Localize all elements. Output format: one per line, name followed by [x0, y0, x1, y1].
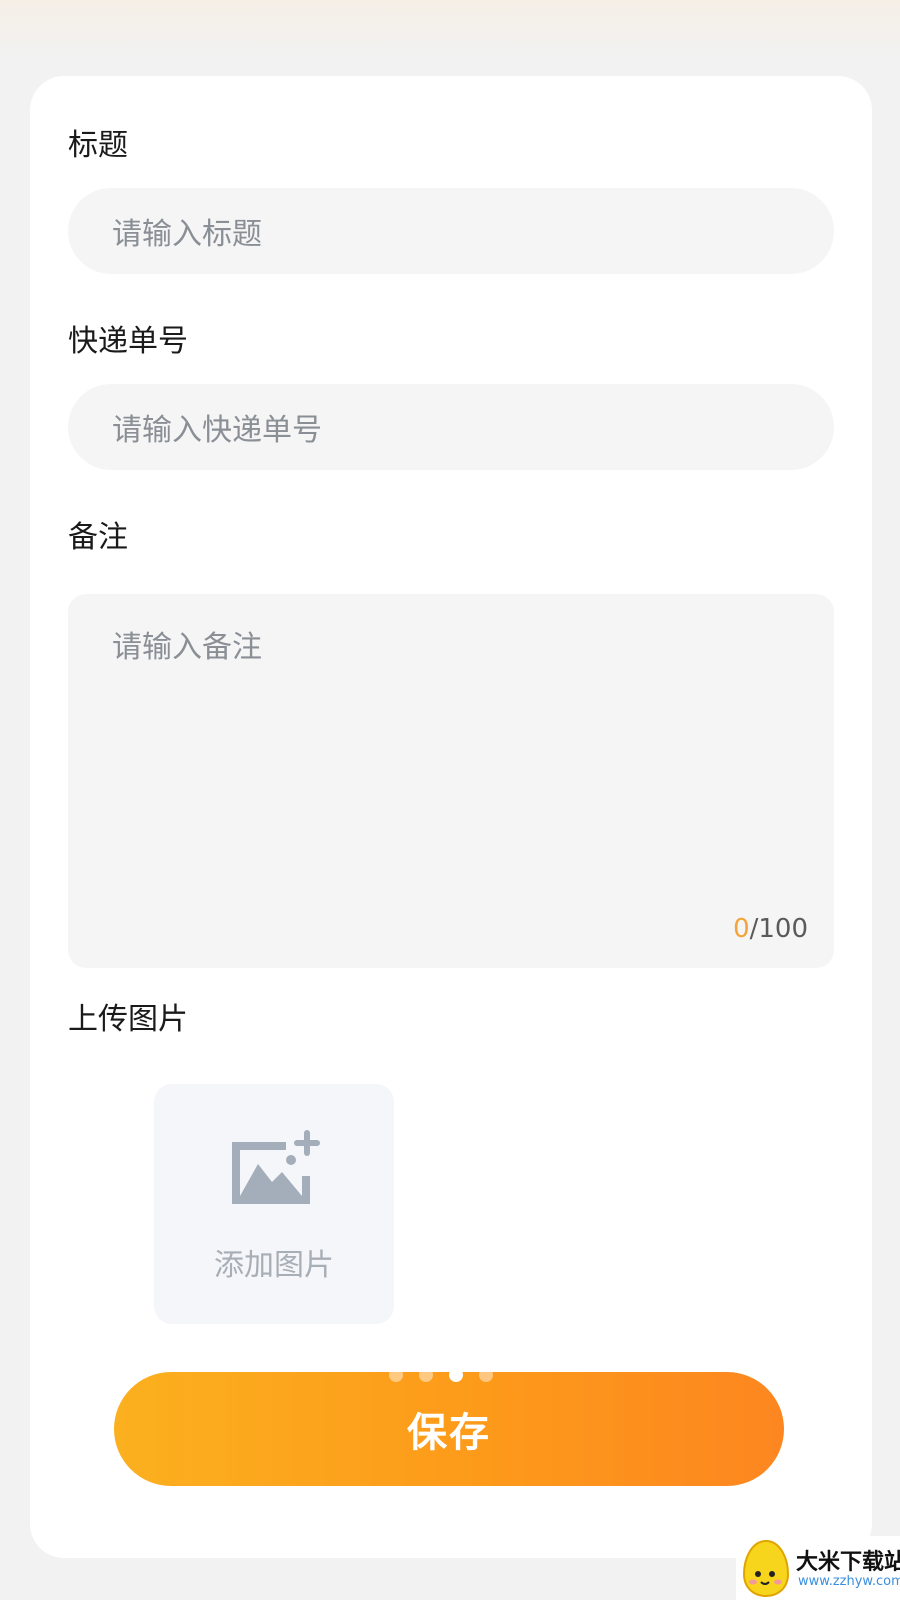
mascot-logo-icon	[742, 1539, 790, 1598]
page-dot	[389, 1368, 403, 1382]
remark-placeholder: 请输入备注	[112, 630, 262, 665]
upload-image-label: 上传图片	[68, 1002, 188, 1037]
watermark-title: 大米下载站	[796, 1550, 900, 1575]
add-image-text: 添加图片	[214, 1248, 334, 1283]
watermark: 大米下载站 www.zzhyw.com	[736, 1536, 900, 1600]
tracking-number-input[interactable]: 请输入快递单号	[68, 384, 834, 470]
page-indicator	[0, 1368, 900, 1388]
remark-char-counter: 0/100	[733, 914, 808, 944]
watermark-url: www.zzhyw.com	[798, 1574, 900, 1589]
remark-count-current: 0	[733, 914, 750, 944]
save-button-label: 保存	[407, 1410, 491, 1456]
title-label: 标题	[68, 128, 128, 163]
form-card: 标题 请输入标题 快递单号 请输入快递单号 备注 请输入备注 0/100 上传图…	[30, 76, 872, 1558]
add-image-button[interactable]: 添加图片	[154, 1084, 394, 1324]
page-dot	[479, 1368, 493, 1382]
image-add-icon	[232, 1130, 320, 1204]
remark-count-max: /100	[749, 914, 808, 944]
title-placeholder: 请输入标题	[112, 217, 262, 252]
page-dot-active	[449, 1368, 463, 1382]
remark-label: 备注	[68, 520, 128, 555]
tracking-number-placeholder: 请输入快递单号	[112, 413, 322, 448]
save-button[interactable]: 保存	[114, 1372, 784, 1486]
remark-textarea[interactable]: 请输入备注 0/100	[68, 594, 834, 968]
title-input[interactable]: 请输入标题	[68, 188, 834, 274]
page-dot	[419, 1368, 433, 1382]
top-background	[0, 0, 900, 60]
tracking-number-label: 快递单号	[68, 324, 188, 359]
